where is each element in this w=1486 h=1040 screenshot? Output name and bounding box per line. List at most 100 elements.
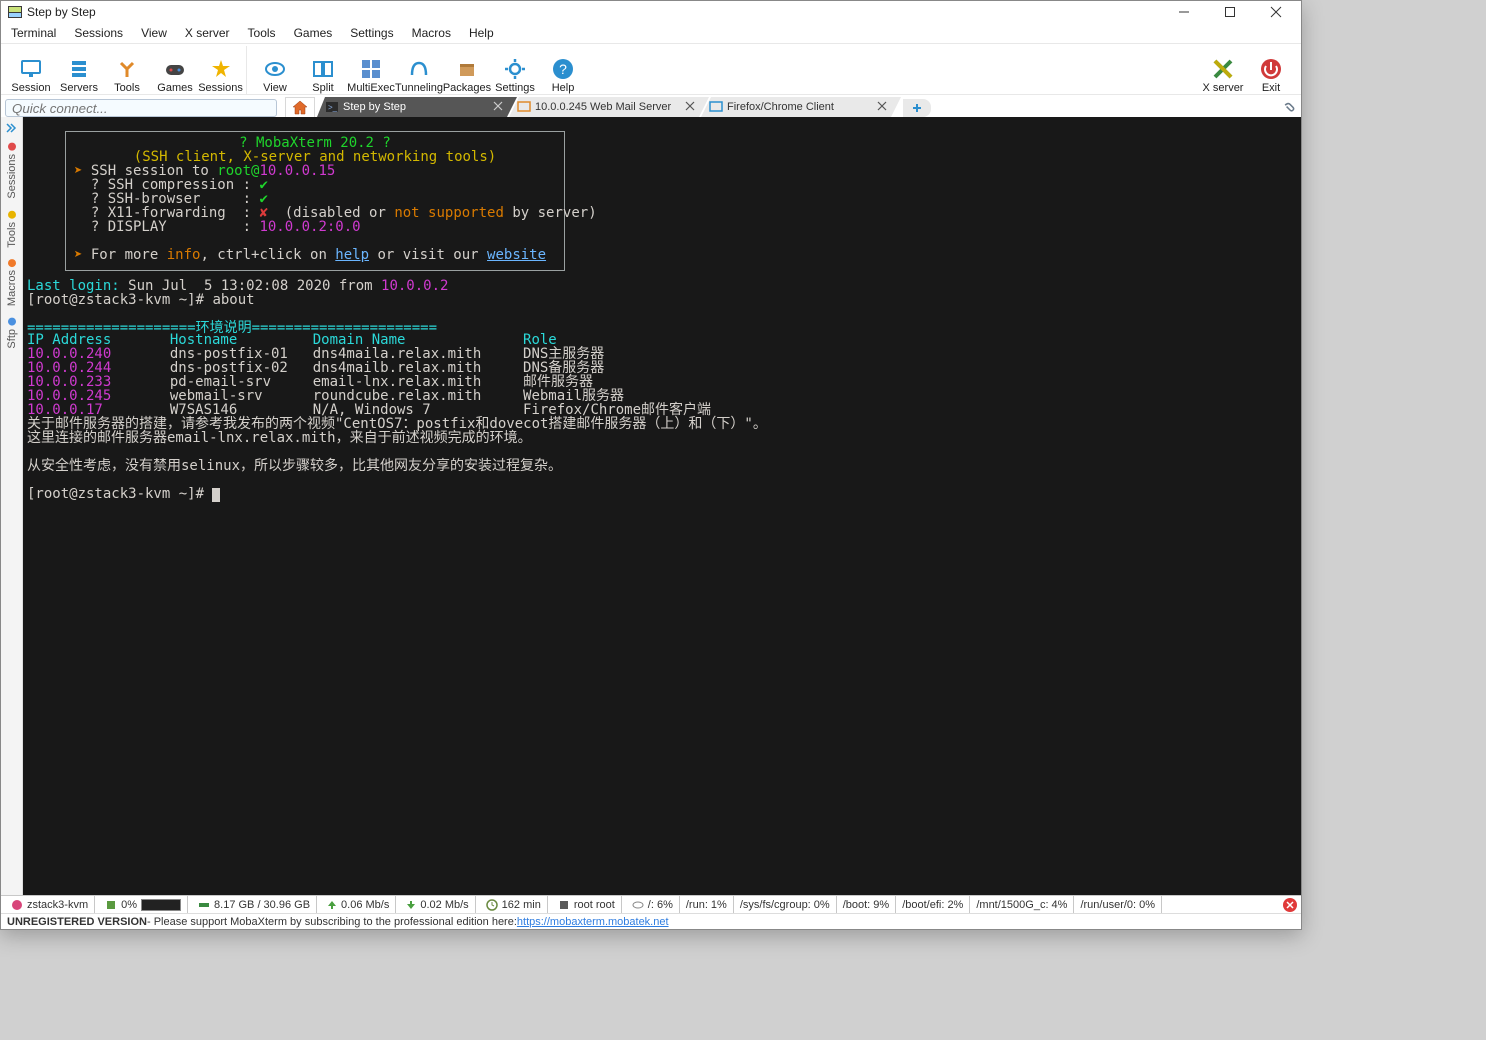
toolbar-sessions-button[interactable]: Sessions: [199, 46, 247, 94]
centos-icon: [11, 899, 23, 911]
toolbar-split-button[interactable]: Split: [299, 46, 347, 94]
status-cpu-value: 0%: [121, 899, 137, 911]
toolbar-tunneling-button[interactable]: Tunneling: [395, 46, 443, 94]
home-icon: [292, 100, 308, 116]
status-disk-5[interactable]: /mnt/1500G_c: 4%: [970, 896, 1074, 913]
toolbar-servers-button[interactable]: Servers: [55, 46, 103, 94]
status-cpu[interactable]: 0%: [99, 896, 188, 913]
sidebar-item-sftp[interactable]: Sftp: [6, 312, 18, 355]
quick-connect-input[interactable]: [5, 99, 277, 117]
ram-icon: [198, 899, 210, 911]
status-down-value: 0.02 Mb/s: [420, 899, 468, 911]
sidebar-collapse-button[interactable]: [3, 121, 21, 135]
plus-icon: [912, 103, 922, 113]
menu-xserver[interactable]: X server: [181, 24, 234, 42]
paperclip-icon[interactable]: [1279, 99, 1297, 117]
registration-bar: UNREGISTERED VERSION - Please support Mo…: [1, 913, 1301, 929]
env-row: 10.0.0.245 webmail-srv roundcube.relax.m…: [27, 389, 719, 403]
window-title: Step by Step: [27, 5, 96, 19]
toolbar-games-button[interactable]: Games: [151, 46, 199, 94]
toolbar-view-button[interactable]: View: [251, 46, 299, 94]
tab-step[interactable]: >_Step by Step: [317, 97, 517, 117]
toolbar-xserver-button[interactable]: X server: [1199, 46, 1247, 94]
maximize-button[interactable]: [1207, 2, 1253, 22]
cpu-usage-bar: [141, 899, 181, 911]
close-button[interactable]: [1253, 2, 1299, 22]
menu-sessions[interactable]: Sessions: [70, 24, 127, 42]
status-host[interactable]: zstack3-kvm: [5, 896, 95, 913]
gamepad-icon: [163, 57, 187, 81]
eye-icon: [263, 57, 287, 81]
env-row: 10.0.0.240 dns-postfix-01 dns4maila.rela…: [27, 347, 719, 361]
monitor-icon: [19, 57, 43, 81]
toolbar-tools-label: Tools: [114, 82, 140, 94]
user-icon: [558, 899, 570, 911]
terminal-cursor: [212, 488, 220, 502]
tab-ffchrome-label: Firefox/Chrome Client: [727, 101, 834, 113]
menu-settings[interactable]: Settings: [346, 24, 397, 42]
sidebar-sftp-label: Sftp: [6, 329, 18, 349]
minimize-button[interactable]: [1161, 2, 1207, 22]
menu-view[interactable]: View: [137, 24, 171, 42]
window-caption-buttons: [1161, 2, 1299, 22]
status-net-down[interactable]: 0.02 Mb/s: [400, 896, 475, 913]
toolbar-split-label: Split: [312, 82, 333, 94]
new-tab-button[interactable]: [903, 99, 931, 117]
sidebar-item-sessions[interactable]: Sessions: [6, 137, 18, 205]
gear-icon: [503, 57, 527, 81]
sidebar-item-tools[interactable]: Tools: [6, 205, 18, 254]
toolbar-help-label: Help: [552, 82, 575, 94]
tab-ffchrome-close[interactable]: [877, 101, 887, 111]
menu-tools[interactable]: Tools: [244, 24, 280, 42]
registration-text: - Please support MobaXterm by subscribin…: [147, 916, 517, 928]
toolbar-multiexec-button[interactable]: MultiExec: [347, 46, 395, 94]
status-host-label: zstack3-kvm: [27, 899, 88, 911]
tab-mail-label: 10.0.0.245 Web Mail Server: [535, 101, 671, 113]
status-bar: zstack3-kvm 0% 8.17 GB / 30.96 GB 0.06 M…: [1, 895, 1301, 913]
toolbar-session-button[interactable]: Session: [7, 46, 55, 94]
toolbar-games-label: Games: [157, 82, 192, 94]
status-disk-3[interactable]: /boot: 9%: [837, 896, 896, 913]
status-uptime[interactable]: 162 min: [480, 896, 548, 913]
env-row: 10.0.0.17 W7SAS146 N/A, Windows 7 Firefo…: [27, 403, 719, 417]
status-disk-1[interactable]: /run: 1%: [680, 896, 734, 913]
tab-home[interactable]: [285, 97, 315, 117]
titlebar: Step by Step: [1, 1, 1301, 23]
menu-terminal[interactable]: Terminal: [7, 24, 60, 42]
registration-link[interactable]: https://mobaxterm.mobatek.net: [517, 916, 669, 928]
terminal[interactable]: ? MobaXterm 20.2 ? (SSH client, X-server…: [23, 117, 1301, 895]
toolbar-packages-label: Packages: [443, 82, 491, 94]
status-ram[interactable]: 8.17 GB / 30.96 GB: [192, 896, 317, 913]
status-close-button[interactable]: [1283, 898, 1297, 912]
status-disk-2[interactable]: /sys/fs/cgroup: 0%: [734, 896, 837, 913]
toolbar-settings-button[interactable]: Settings: [491, 46, 539, 94]
tab-step-close[interactable]: [493, 101, 503, 111]
unregistered-label: UNREGISTERED VERSION: [7, 916, 147, 928]
status-disk-6[interactable]: /run/user/0: 0%: [1074, 896, 1162, 913]
toolbar-exit-button[interactable]: Exit: [1247, 46, 1295, 94]
sidebar-item-macros[interactable]: Macros: [6, 253, 18, 312]
tunnel-icon: [407, 57, 431, 81]
menu-games[interactable]: Games: [290, 24, 337, 42]
monitor-blue-icon: [709, 100, 723, 114]
sessions-dot-icon: [8, 143, 16, 151]
status-user[interactable]: root root: [552, 896, 622, 913]
menu-macros[interactable]: Macros: [408, 24, 455, 42]
toolbar-tools-button[interactable]: Tools: [103, 46, 151, 94]
toolbar-help-button[interactable]: ?Help: [539, 46, 587, 94]
status-net-up[interactable]: 0.06 Mb/s: [321, 896, 396, 913]
toolbar-xserver-label: X server: [1203, 82, 1244, 94]
toolbar-view-label: View: [263, 82, 287, 94]
toolbar-packages-button[interactable]: Packages: [443, 46, 491, 94]
tab-mail-close[interactable]: [685, 101, 695, 111]
tab-mail[interactable]: 10.0.0.245 Web Mail Server: [509, 97, 709, 117]
arrow-down-icon: [406, 900, 416, 910]
menubar: Terminal Sessions View X server Tools Ga…: [1, 23, 1301, 43]
sidebar-macros-label: Macros: [6, 270, 18, 306]
menu-help[interactable]: Help: [465, 24, 498, 42]
status-disk-4[interactable]: /boot/efi: 2%: [896, 896, 970, 913]
tab-ffchrome[interactable]: Firefox/Chrome Client: [701, 97, 901, 117]
status-disk-0[interactable]: /: 6%: [626, 896, 680, 913]
status-user-value: root root: [574, 899, 615, 911]
toolbar-servers-label: Servers: [60, 82, 98, 94]
